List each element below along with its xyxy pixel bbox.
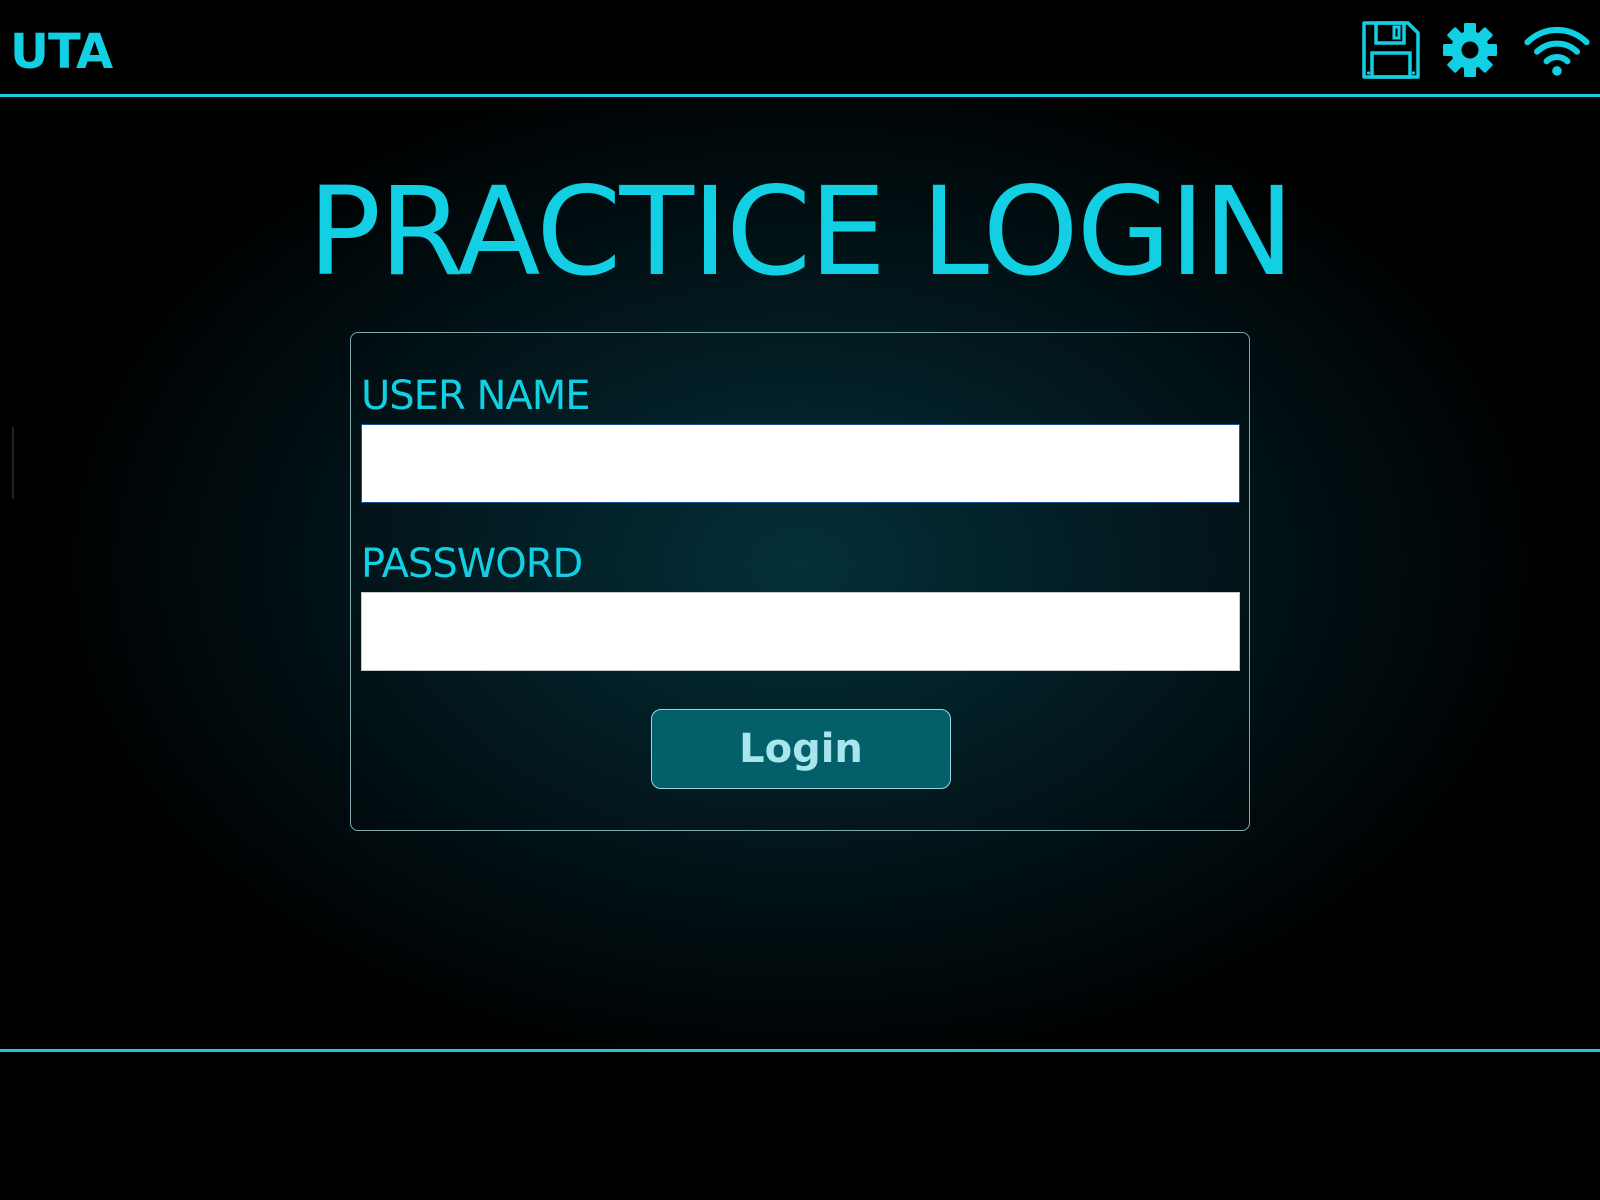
- top-bar: UTA: [0, 0, 1600, 97]
- username-field[interactable]: [361, 424, 1240, 503]
- gear-icon-graphic: [1443, 23, 1497, 77]
- login-panel: USER NAME PASSWORD Login: [350, 332, 1250, 831]
- save-icon-graphic: [1362, 21, 1420, 79]
- login-screen: UTA PRACTICE LOGIN USER NAME PASSWORD Lo…: [0, 0, 1600, 1200]
- wifi-icon[interactable]: [1524, 18, 1590, 82]
- login-button[interactable]: Login: [651, 709, 951, 789]
- wifi-icon-graphic: [1524, 26, 1590, 76]
- password-field[interactable]: [361, 592, 1240, 671]
- text-caret: [12, 427, 14, 499]
- app-name: UTA: [10, 24, 113, 80]
- gear-icon[interactable]: [1437, 18, 1503, 82]
- password-label: PASSWORD: [361, 541, 583, 587]
- username-label: USER NAME: [361, 373, 591, 419]
- page-title: PRACTICE LOGIN: [307, 161, 1295, 303]
- save-icon[interactable]: [1358, 18, 1424, 82]
- footer-bar: [0, 1052, 1600, 1200]
